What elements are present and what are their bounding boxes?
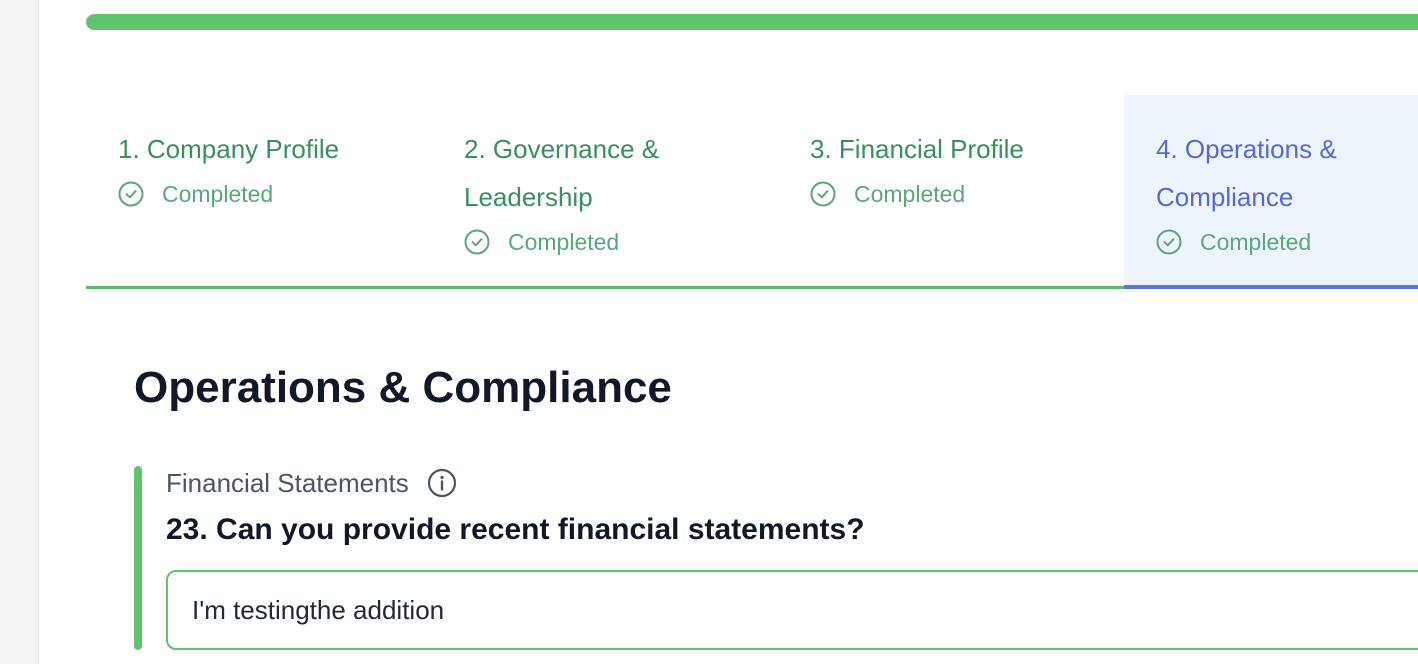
check-circle-icon: [1156, 229, 1182, 255]
check-circle-icon: [118, 181, 144, 207]
progress-bar: [86, 14, 1418, 30]
question-category: Financial Statements: [166, 466, 457, 500]
step-status-label: Completed: [854, 181, 966, 207]
step-status: Completed: [118, 177, 432, 211]
step-title: 2. Governance & Leadership: [464, 134, 660, 212]
step-title: 4. Operations & Compliance: [1156, 134, 1337, 212]
check-circle-icon: [464, 229, 490, 255]
step-status-label: Completed: [508, 229, 620, 255]
progress-bar-fill: [86, 14, 1418, 30]
answer-input[interactable]: [166, 570, 1418, 650]
step-title: 1. Company Profile: [118, 134, 340, 164]
section-title: Operations & Compliance: [134, 363, 672, 412]
left-gutter: [0, 0, 39, 664]
step-company-profile[interactable]: 1. Company Profile Completed: [86, 95, 432, 289]
category-label: Financial Statements: [166, 467, 409, 498]
step-financial-profile[interactable]: 3. Financial Profile Completed: [778, 95, 1124, 289]
step-status: Completed: [464, 225, 778, 259]
question-text: 23. Can you provide recent financial sta…: [166, 513, 865, 546]
question-block: Financial Statements 23. Can you provide…: [134, 466, 1418, 650]
step-status-label: Completed: [1200, 229, 1312, 255]
step-operations-compliance[interactable]: 4. Operations & Compliance Completed: [1124, 95, 1418, 289]
info-icon[interactable]: [427, 468, 457, 498]
step-status-label: Completed: [162, 181, 274, 207]
step-status: Completed: [1156, 225, 1418, 259]
step-title: 3. Financial Profile: [810, 134, 1024, 164]
step-governance-leadership[interactable]: 2. Governance & Leadership Completed: [432, 95, 778, 289]
check-circle-icon: [810, 181, 836, 207]
step-status: Completed: [810, 177, 1124, 211]
question-accent-bar: [134, 466, 142, 650]
stepper: 1. Company Profile Completed 2. Governan…: [86, 95, 1418, 290]
